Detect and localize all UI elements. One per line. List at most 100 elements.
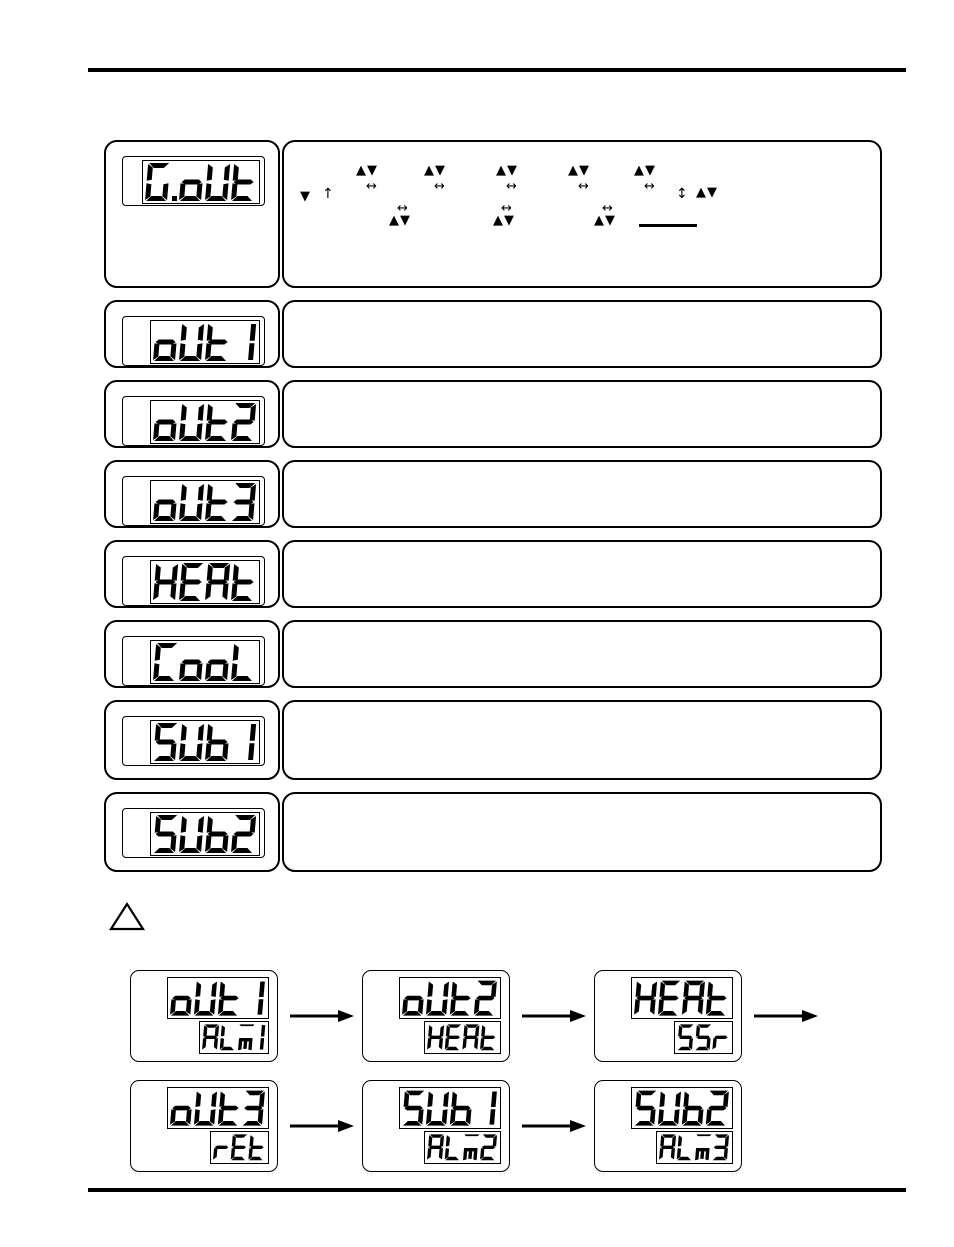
lcd-window-heat	[150, 560, 260, 604]
lcd-text-sub1	[153, 718, 257, 766]
up-down-triangles-2: ▲▼	[424, 163, 446, 178]
lcd-window-out1	[150, 320, 260, 364]
flow-lcd-secondary-text	[427, 1131, 498, 1164]
lcd-text-sub2	[153, 810, 257, 858]
lcd-window-out2	[150, 400, 260, 444]
parameter-row	[104, 620, 882, 688]
parameter-description-panel-sub2	[282, 792, 882, 872]
lcd-bezel	[122, 808, 265, 858]
flow-display-box	[594, 970, 742, 1062]
flow-lcd-secondary-text	[202, 1021, 266, 1054]
down-triangle: ▼	[300, 189, 310, 204]
parameter-description-panel-out2	[282, 380, 882, 448]
up-down-triangles-4: ▲▼	[496, 163, 518, 178]
flow-lcd-secondary	[210, 1131, 269, 1164]
flow-lcd-secondary	[424, 1021, 501, 1054]
parameter-display-panel-g-out	[104, 140, 280, 288]
lcd-window-out3	[150, 480, 260, 524]
lcd-bezel	[122, 636, 265, 686]
flow-lcd-primary-text	[170, 1086, 266, 1130]
lcd-text-cool	[153, 638, 257, 686]
parameter-row	[104, 792, 882, 872]
left-right-arrow-4: ↔	[506, 179, 517, 194]
up-down-triangles-5: ▲▼	[493, 213, 515, 228]
parameter-description-panel-out1	[282, 300, 882, 368]
up-down-triangles-1: ▲▼	[356, 163, 378, 178]
flow-lcd-primary-text	[634, 976, 730, 1020]
parameter-display-panel-out1	[104, 300, 280, 368]
flow-arrow-icon	[290, 1118, 356, 1134]
lcd-text-heat	[153, 558, 257, 606]
flow-display-box	[362, 970, 510, 1062]
parameter-display-panel-heat	[104, 540, 280, 608]
up-down-triangles-7: ▲▼	[634, 163, 656, 178]
parameter-row	[104, 380, 882, 448]
flow-display-box	[594, 1080, 742, 1172]
up-arrow: ↑	[322, 186, 334, 202]
flow-arrow-icon	[522, 1118, 588, 1134]
left-right-arrow-2: ↔	[434, 179, 445, 194]
lcd-text-out3	[153, 478, 257, 526]
flow-row	[130, 1080, 920, 1172]
lcd-bezel	[122, 556, 265, 606]
lcd-window-sub2	[150, 812, 260, 856]
flow-display-box	[362, 1080, 510, 1172]
parameter-description-panel-cool	[282, 620, 882, 688]
up-down-triangles-6: ▲▼	[568, 163, 590, 178]
parameter-display-panel-sub1	[104, 700, 280, 780]
lcd-window-cool	[150, 640, 260, 684]
lcd-text-out2	[153, 398, 257, 446]
flow-lcd-primary	[399, 977, 501, 1019]
parameter-description-panel-heat	[282, 540, 882, 608]
left-right-arrow-7: ↔	[644, 179, 655, 194]
flow-lcd-secondary	[656, 1131, 733, 1164]
lcd-bezel	[122, 156, 265, 206]
flow-lcd-primary	[631, 1087, 733, 1129]
parameter-row	[104, 540, 882, 608]
parameter-row: ▼ ↑ ▲▼ ↔ ▲▼ ↔ ↔ ▲▼ ▲▼ ↔ ↔ ▲▼ ▲▼ ↔ ▲▼ ↔ ↔ ▲▼ ↕ ▲▼	[104, 140, 882, 288]
lcd-bezel	[122, 716, 265, 766]
flow-lcd-primary	[631, 977, 733, 1019]
lcd-window-sub1	[150, 720, 260, 764]
flow-row	[130, 970, 920, 1062]
flow-display-box	[130, 1080, 278, 1172]
flow-lcd-primary	[399, 1087, 501, 1129]
description-underline	[639, 224, 697, 227]
lcd-bezel	[122, 396, 265, 446]
caution-triangle-icon	[108, 900, 508, 940]
parameter-description-panel-g-out: ▼ ↑ ▲▼ ↔ ▲▼ ↔ ↔ ▲▼ ▲▼ ↔ ↔ ▲▼ ▲▼ ↔ ▲▼ ↔ ↔ ▲▼ ↕ ▲▼	[282, 140, 882, 288]
parameter-display-panel-out2	[104, 380, 280, 448]
flow-lcd-secondary	[424, 1131, 501, 1164]
flow-lcd-primary-text	[634, 1086, 730, 1130]
up-down-triangles-8: ▲▼	[594, 213, 616, 228]
lcd-bezel	[122, 316, 265, 366]
description-glyph-layer: ▼ ↑ ▲▼ ↔ ▲▼ ↔ ↔ ▲▼ ▲▼ ↔ ↔ ▲▼ ▲▼ ↔ ▲▼ ↔ ↔ ▲▼ ↕ ▲▼	[284, 142, 880, 286]
parameter-description-panel-out3	[282, 460, 882, 528]
up-down-triangles-9: ▲▼	[696, 185, 718, 200]
flow-arrow-icon	[754, 1008, 820, 1024]
flow-lcd-secondary	[674, 1021, 733, 1054]
flow-lcd-primary-text	[402, 1086, 498, 1130]
lcd-bezel	[122, 476, 265, 526]
flow-lcd-primary	[167, 977, 269, 1019]
page-top-rule	[88, 68, 906, 72]
parameter-display-panel-cool	[104, 620, 280, 688]
parameter-display-panel-sub2	[104, 792, 280, 872]
up-down-triangles-3: ▲▼	[389, 213, 411, 228]
parameter-display-panel-out3	[104, 460, 280, 528]
flow-arrow-icon	[290, 1008, 356, 1024]
flow-lcd-primary-text	[402, 976, 498, 1020]
lcd-window-g-out	[142, 160, 260, 204]
lcd-text-out1	[153, 318, 257, 366]
output-assignment-flow-diagram	[130, 970, 920, 1180]
parameter-description-panel-sub1	[282, 700, 882, 780]
flow-lcd-secondary-text	[677, 1021, 730, 1054]
flow-lcd-primary	[167, 1087, 269, 1129]
flow-lcd-secondary-text	[427, 1021, 498, 1054]
parameter-row	[104, 700, 882, 780]
flow-lcd-secondary-text	[213, 1131, 266, 1164]
flow-lcd-primary-text	[170, 976, 266, 1020]
flow-arrow-icon	[522, 1008, 588, 1024]
left-right-arrow-6: ↔	[578, 179, 589, 194]
flow-lcd-secondary	[199, 1021, 269, 1054]
